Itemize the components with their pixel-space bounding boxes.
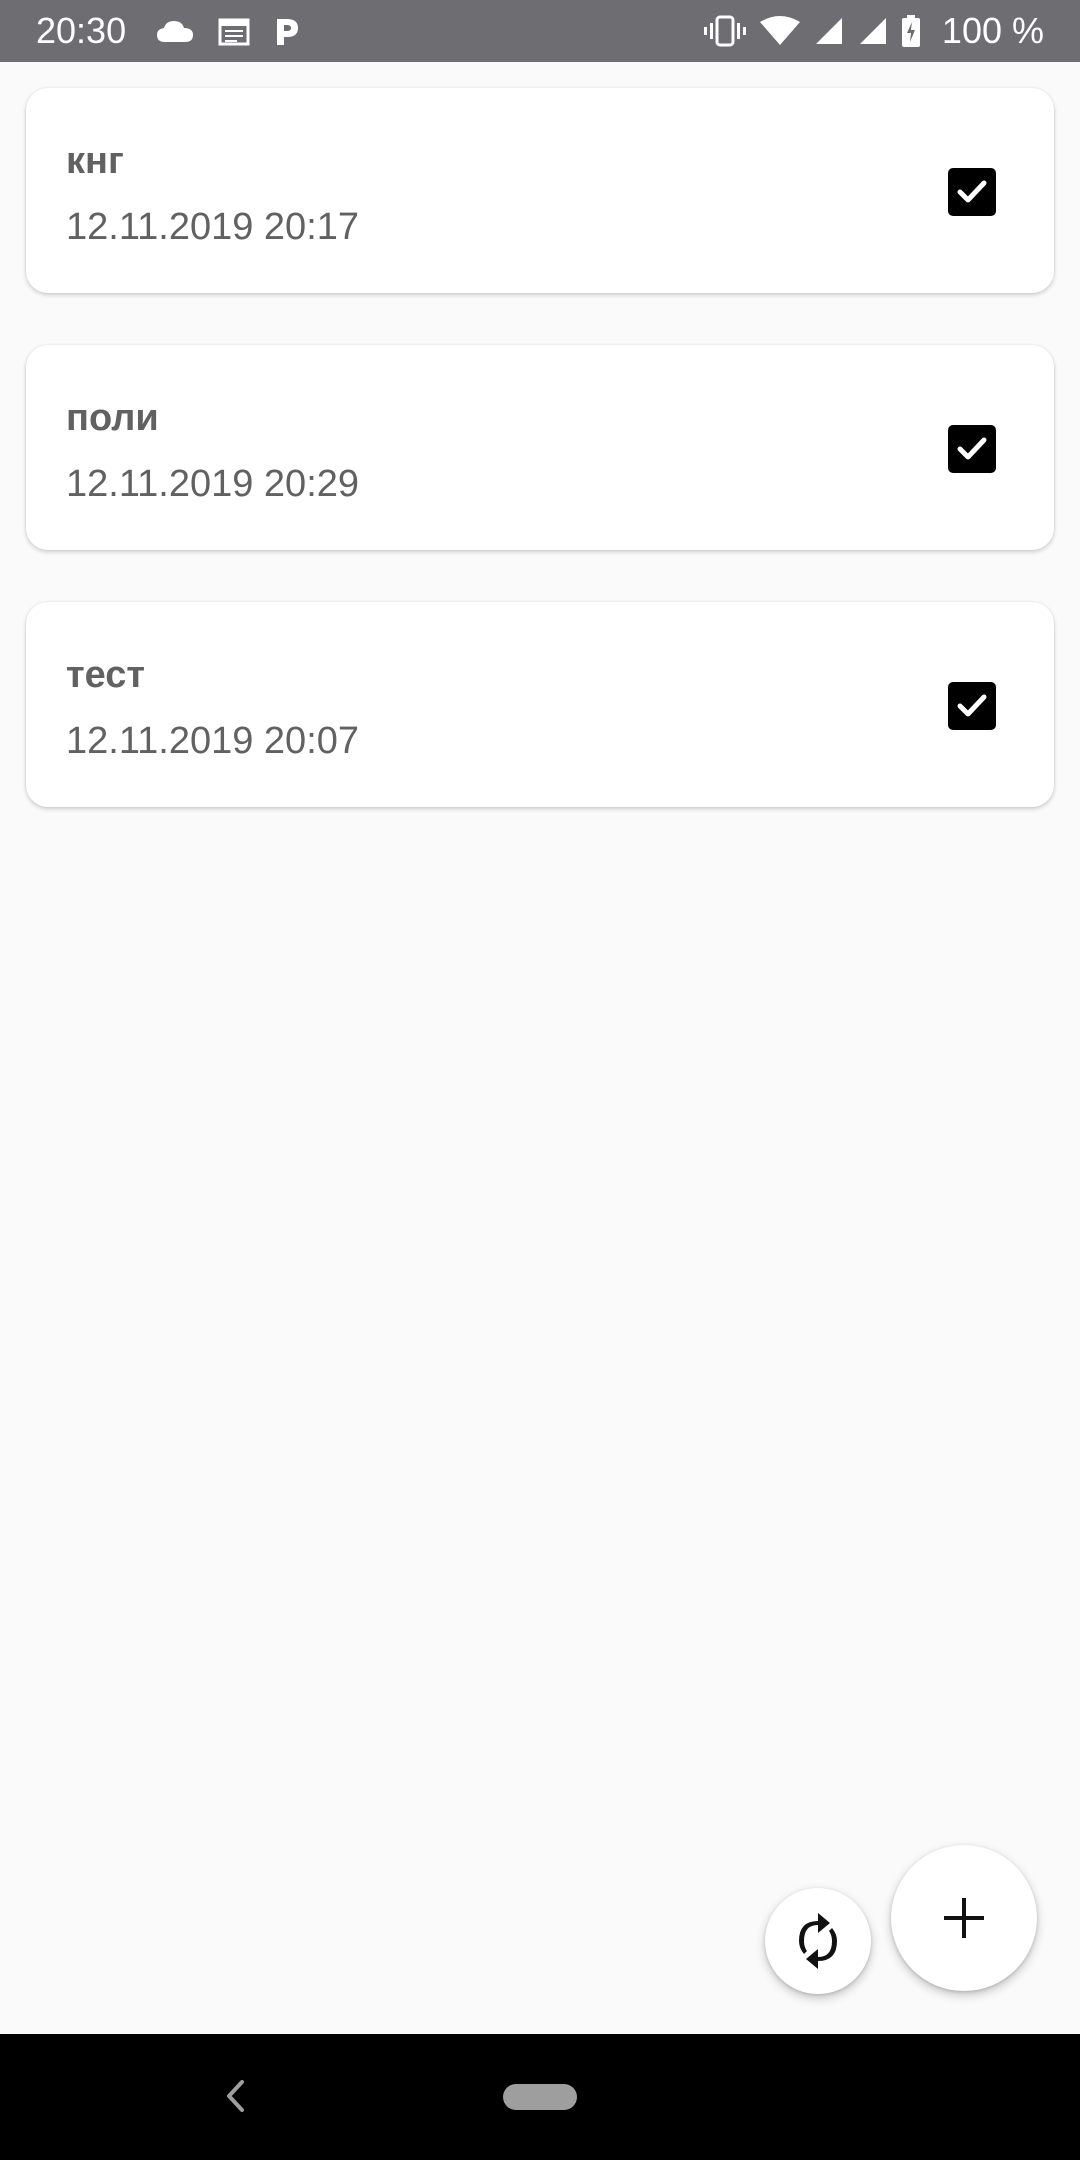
calendar-icon [218,16,250,46]
cloud-icon [156,19,194,43]
sync-button[interactable] [765,1888,871,1994]
back-icon[interactable] [220,2076,250,2116]
status-bar: 20:30 100 % [0,0,1080,62]
item-title: тест [66,654,145,696]
sync-icon [799,1913,837,1969]
check-icon [957,694,987,717]
system-icons: 100 % [703,10,1044,52]
add-button[interactable] [891,1845,1037,1991]
notification-icons [156,15,300,47]
signal-icon [814,16,844,46]
item-date: 12.11.2019 20:07 [66,720,360,762]
item-title: поли [66,397,159,439]
check-icon [957,180,987,203]
list-item[interactable]: поли 12.11.2019 20:29 [26,345,1054,550]
item-date: 12.11.2019 20:29 [66,463,360,505]
status-time: 20:30 [36,10,127,51]
list-item[interactable]: тест 12.11.2019 20:07 [26,602,1054,807]
item-list: кнг 12.11.2019 20:17 поли 12.11.2019 20:… [26,88,1054,859]
navigation-bar [0,2034,1080,2160]
screen: 20:30 100 % кнг 12.11.2019 20:17 поли 12… [0,0,1080,2160]
item-checkbox[interactable] [948,168,996,216]
plus-icon [944,1898,984,1938]
signal-icon [858,16,888,46]
item-checkbox[interactable] [948,425,996,473]
battery-percentage: 100 % [941,10,1044,51]
list-item[interactable]: кнг 12.11.2019 20:17 [26,88,1054,293]
item-title: кнг [66,140,124,182]
item-checkbox[interactable] [948,682,996,730]
home-pill[interactable] [503,2084,577,2110]
vibrate-icon [703,15,746,47]
parking-icon [274,15,300,47]
item-date: 12.11.2019 20:17 [66,206,360,248]
check-icon [957,437,987,460]
wifi-icon [759,16,800,46]
battery-charging-icon [901,15,920,47]
